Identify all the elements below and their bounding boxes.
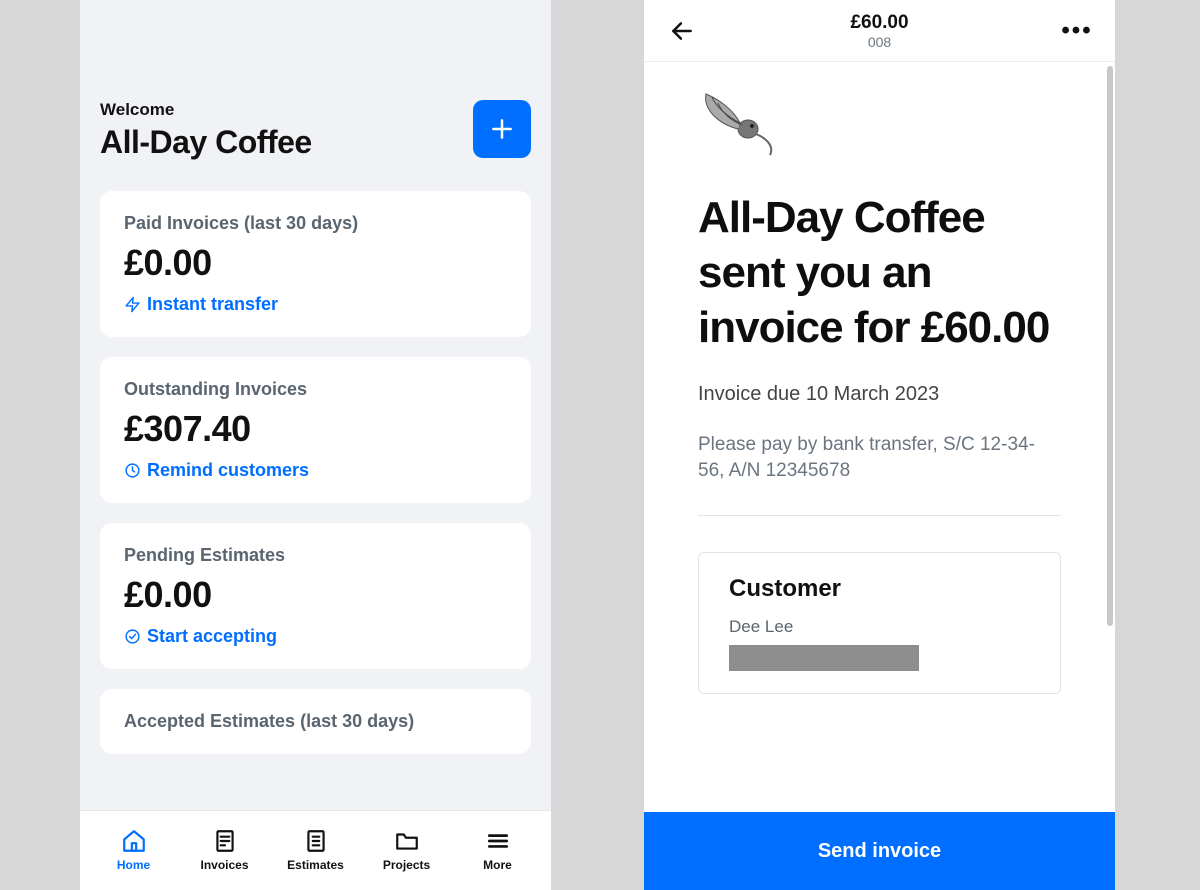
plus-icon bbox=[489, 116, 515, 142]
paid-invoices-card[interactable]: Paid Invoices (last 30 days) £0.00 Insta… bbox=[100, 191, 531, 337]
more-icon: ••• bbox=[1061, 17, 1092, 45]
bottom-tab-bar: Home Invoices Estimates Projects More bbox=[80, 810, 551, 890]
customer-card: Customer Dee Lee bbox=[698, 552, 1061, 694]
header-amount: £60.00 bbox=[850, 12, 908, 34]
card-label: Pending Estimates bbox=[124, 545, 507, 566]
accepted-estimates-card[interactable]: Accepted Estimates (last 30 days) bbox=[100, 689, 531, 754]
tab-label: Estimates bbox=[287, 858, 344, 872]
tab-estimates[interactable]: Estimates bbox=[276, 828, 356, 872]
card-action-label: Remind customers bbox=[147, 460, 309, 481]
clock-icon bbox=[124, 462, 141, 479]
header-title: £60.00 008 bbox=[850, 12, 908, 50]
pending-estimates-card[interactable]: Pending Estimates £0.00 Start accepting bbox=[100, 523, 531, 669]
home-icon bbox=[121, 828, 147, 854]
invoice-document: All-Day Coffee sent you an invoice for £… bbox=[666, 68, 1093, 694]
send-invoice-button[interactable]: Send invoice bbox=[644, 812, 1115, 890]
welcome-label: Welcome bbox=[100, 100, 312, 120]
outstanding-invoices-card[interactable]: Outstanding Invoices £307.40 Remind cust… bbox=[100, 357, 531, 503]
payment-instructions: Please pay by bank transfer, S/C 12-34-5… bbox=[698, 432, 1061, 483]
menu-icon bbox=[485, 828, 511, 854]
header-invoice-no: 008 bbox=[850, 34, 908, 50]
more-menu-button[interactable]: ••• bbox=[1061, 15, 1093, 47]
tab-label: Home bbox=[117, 858, 150, 872]
instant-transfer-link[interactable]: Instant transfer bbox=[124, 294, 507, 315]
divider bbox=[698, 515, 1061, 516]
start-accepting-link[interactable]: Start accepting bbox=[124, 626, 507, 647]
check-circle-icon bbox=[124, 628, 141, 645]
invoice-preview-screen: £60.00 008 ••• All-Day bbox=[644, 0, 1115, 890]
card-value: £0.00 bbox=[124, 574, 507, 616]
add-button[interactable] bbox=[473, 100, 531, 158]
home-header: Welcome All-Day Coffee bbox=[80, 0, 551, 171]
business-name: All-Day Coffee bbox=[100, 124, 312, 161]
tab-more[interactable]: More bbox=[458, 828, 538, 872]
customer-heading: Customer bbox=[729, 575, 1030, 603]
invoice-header-bar: £60.00 008 ••• bbox=[644, 0, 1115, 62]
folder-icon bbox=[394, 828, 420, 854]
business-logo bbox=[698, 88, 778, 160]
invoice-due-date: Invoice due 10 March 2023 bbox=[698, 383, 1061, 406]
card-label: Accepted Estimates (last 30 days) bbox=[124, 711, 507, 732]
summary-cards: Paid Invoices (last 30 days) £0.00 Insta… bbox=[80, 191, 551, 754]
tab-home[interactable]: Home bbox=[94, 828, 174, 872]
tab-label: Projects bbox=[383, 858, 430, 872]
lightning-icon bbox=[124, 296, 141, 313]
tab-invoices[interactable]: Invoices bbox=[185, 828, 265, 872]
card-label: Paid Invoices (last 30 days) bbox=[124, 213, 507, 234]
tab-label: Invoices bbox=[200, 858, 248, 872]
card-action-label: Start accepting bbox=[147, 626, 277, 647]
header-title-block: Welcome All-Day Coffee bbox=[100, 100, 312, 161]
home-screen: Welcome All-Day Coffee Paid Invoices (la… bbox=[80, 0, 551, 890]
back-button[interactable] bbox=[666, 15, 698, 47]
redacted-field bbox=[729, 645, 919, 671]
remind-customers-link[interactable]: Remind customers bbox=[124, 460, 507, 481]
card-label: Outstanding Invoices bbox=[124, 379, 507, 400]
card-value: £0.00 bbox=[124, 242, 507, 284]
estimate-icon bbox=[303, 828, 329, 854]
customer-name: Dee Lee bbox=[729, 617, 1030, 637]
invoice-title: All-Day Coffee sent you an invoice for £… bbox=[698, 190, 1061, 355]
card-action-label: Instant transfer bbox=[147, 294, 278, 315]
invoice-icon bbox=[212, 828, 238, 854]
card-value: £307.40 bbox=[124, 408, 507, 450]
send-invoice-label: Send invoice bbox=[818, 840, 941, 863]
tab-projects[interactable]: Projects bbox=[367, 828, 447, 872]
invoice-body[interactable]: All-Day Coffee sent you an invoice for £… bbox=[644, 62, 1115, 790]
tab-label: More bbox=[483, 858, 512, 872]
scrollbar-thumb[interactable] bbox=[1107, 66, 1113, 626]
arrow-left-icon bbox=[669, 18, 695, 44]
